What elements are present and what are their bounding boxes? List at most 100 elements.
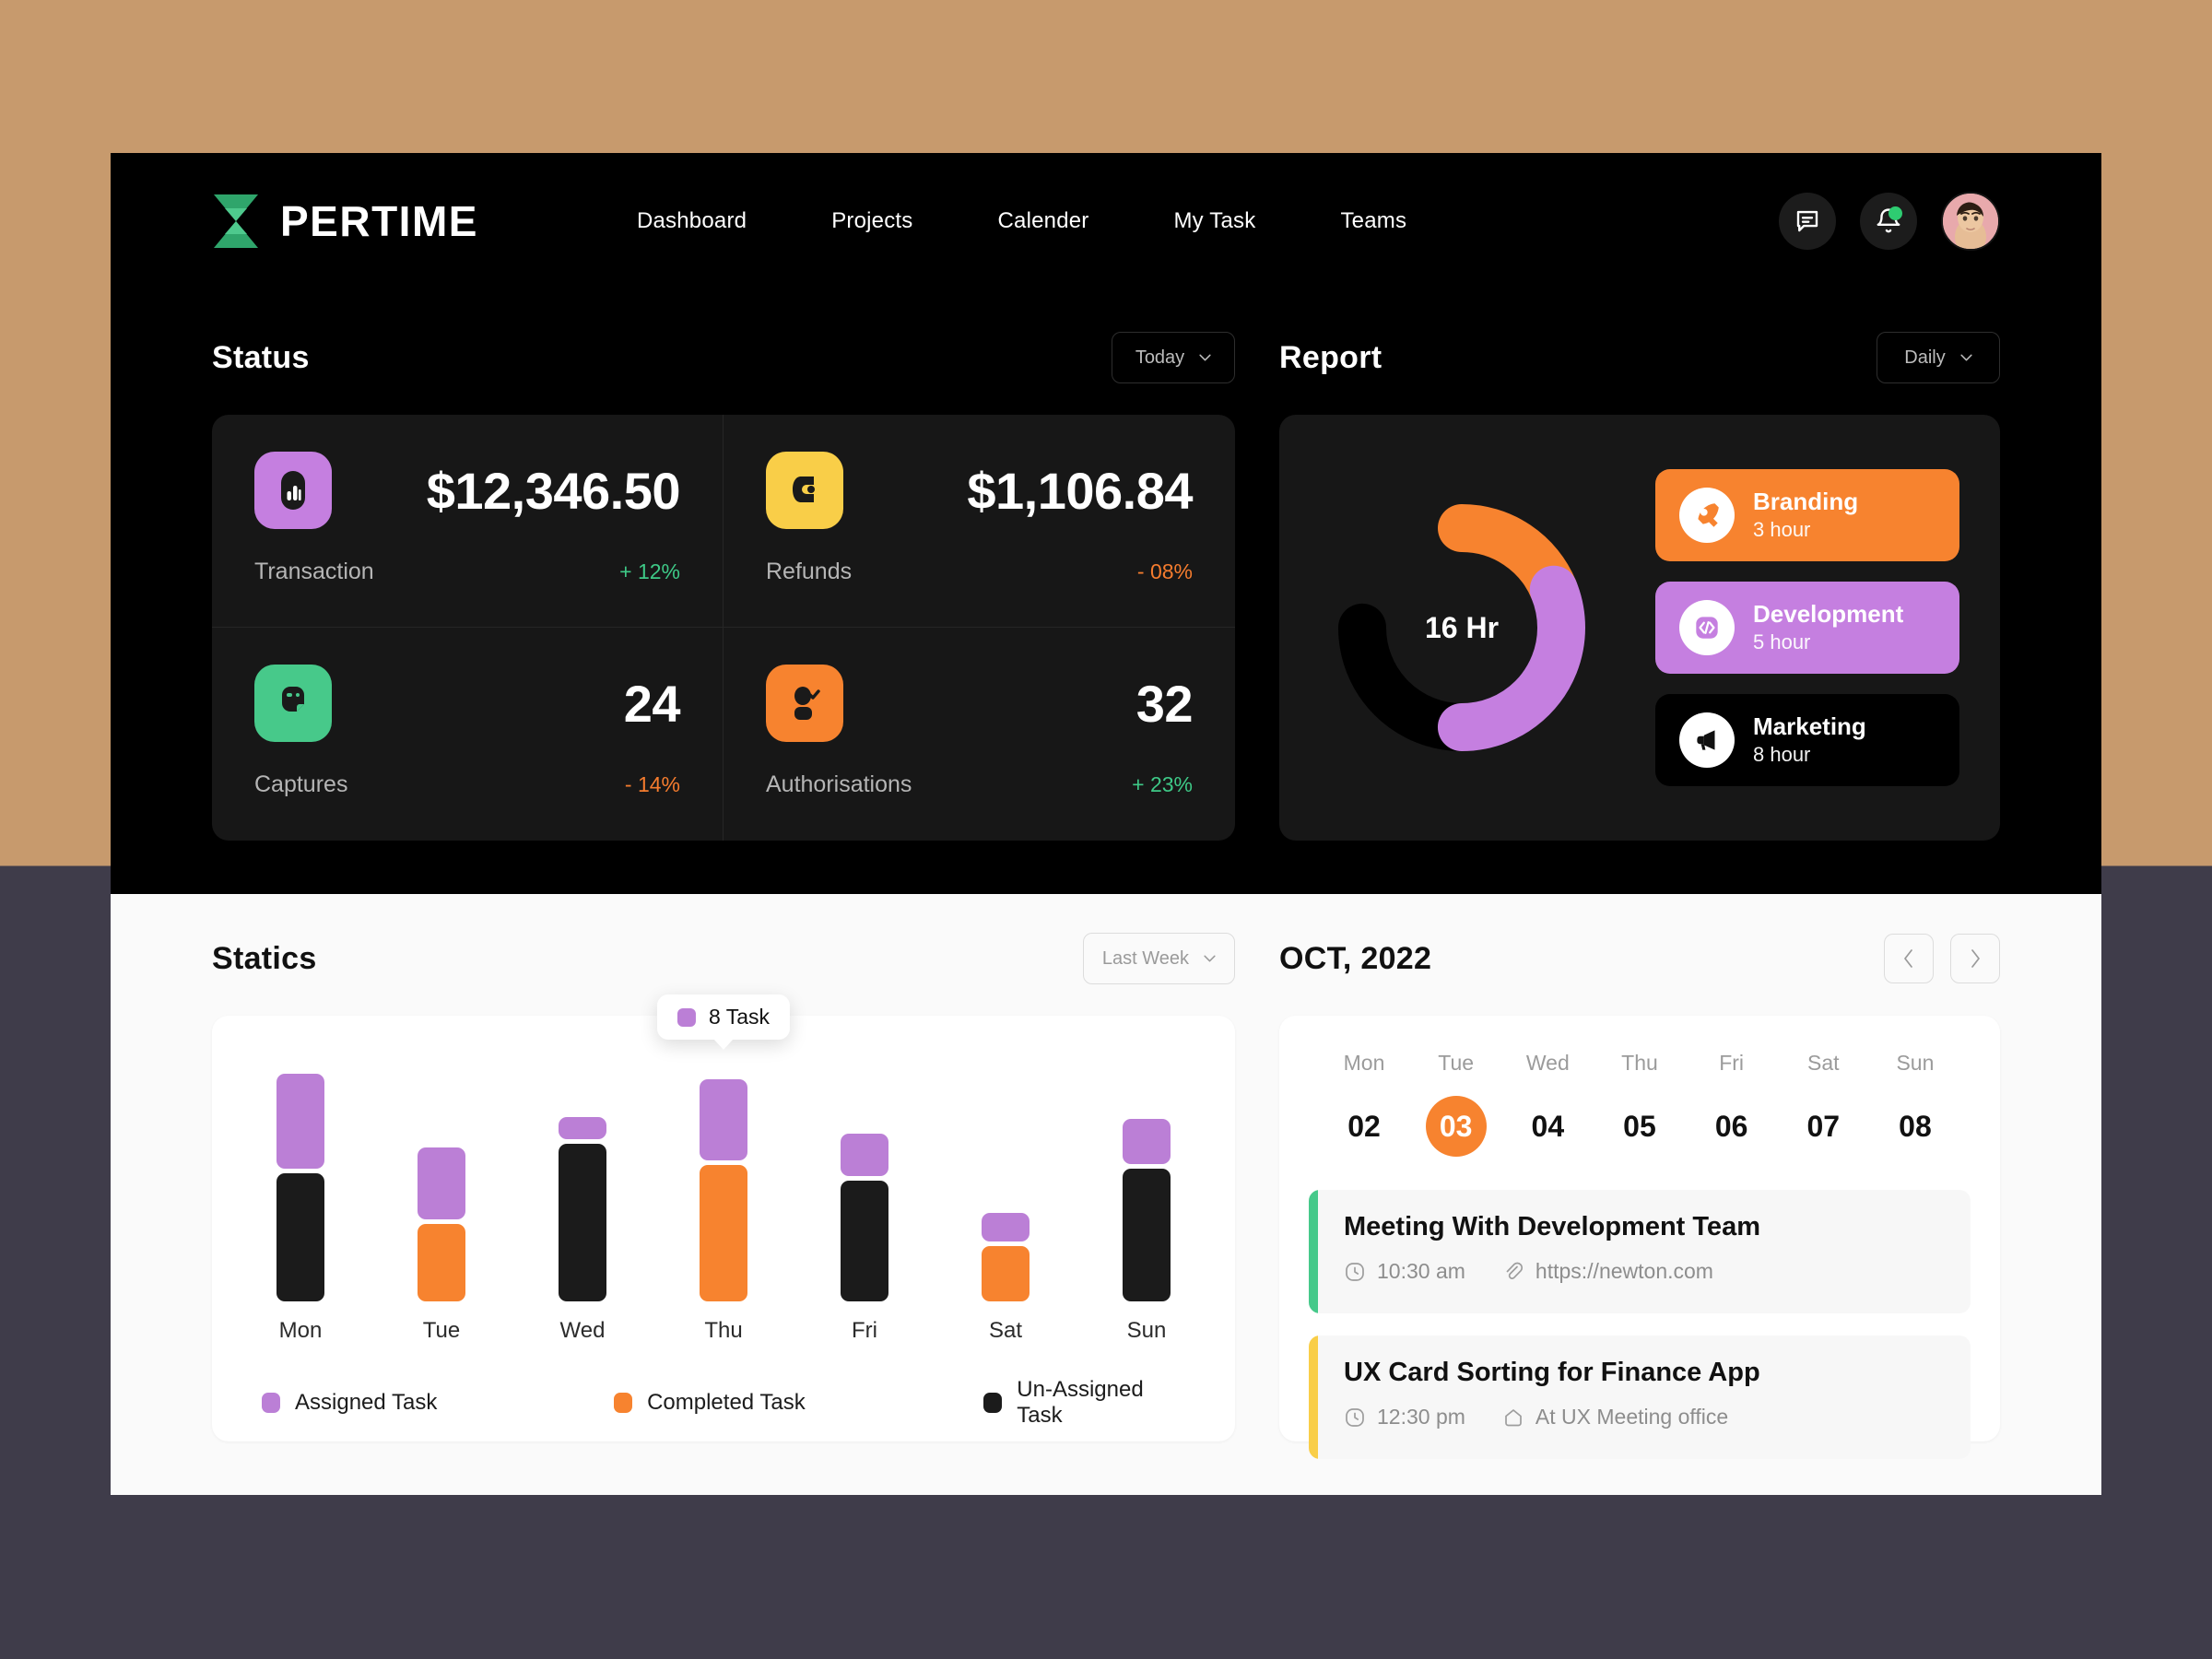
status-period-dropdown[interactable]: Today [1112, 332, 1235, 383]
legend-label-unassigned: Un-Assigned Task [1017, 1377, 1144, 1428]
calendar-day-05[interactable]: Thu 05 [1597, 1051, 1682, 1157]
bar-chart-icon [254, 452, 332, 529]
statics-period-dropdown[interactable]: Last Week [1082, 933, 1235, 984]
calendar-day-03[interactable]: Tue 03 [1414, 1051, 1499, 1157]
bell-icon[interactable] [1860, 193, 1917, 250]
capture-icon [254, 665, 332, 742]
avatar[interactable] [1941, 192, 2000, 251]
calendar-prev-button[interactable] [1884, 934, 1934, 983]
report-item-development[interactable]: Development 5 hour [1655, 582, 1959, 674]
nav-item-my-task[interactable]: My Task [1173, 208, 1255, 234]
report-item-branding[interactable]: Branding 3 hour [1655, 469, 1959, 561]
chevron-down-icon [1199, 354, 1211, 361]
bar-group-thu[interactable]: 8 Task [656, 994, 791, 1301]
stat-card-transaction[interactable]: $12,346.50 Transaction + 12% [212, 415, 724, 628]
stat-label-refunds: Refunds [766, 559, 853, 584]
bar-chart: 8 Task [249, 994, 1198, 1301]
bar-label-wed: Wed [559, 1318, 606, 1343]
report-panel: Report Daily 16 Hr Branding 3 hour Devel… [1279, 332, 2000, 841]
calendar-dayname: Mon [1343, 1051, 1385, 1075]
bar-segment-assigned [1123, 1119, 1171, 1164]
calendar-dayname: Tue [1438, 1051, 1475, 1075]
bar-tooltip: 8 Task [656, 994, 791, 1040]
nav-item-projects[interactable]: Projects [831, 208, 912, 234]
bar-segment-assigned [841, 1134, 888, 1176]
stat-delta-transaction: + 12% [619, 559, 680, 583]
bar-group-wed[interactable] [557, 1053, 608, 1301]
report-period-value: Daily [1904, 347, 1946, 368]
bar-segment-unassigned [559, 1144, 606, 1301]
stat-label-authorisations: Authorisations [766, 771, 912, 797]
pen-nib-icon [1679, 488, 1735, 543]
event-location-label: At UX Meeting office [1535, 1405, 1729, 1429]
megaphone-icon [1679, 712, 1735, 768]
calendar-daynum: 05 [1623, 1110, 1656, 1143]
report-donut-chart: 16 Hr [1331, 497, 1593, 759]
event-item-ux-card-sorting[interactable]: UX Card Sorting for Finance App 12:30 pm [1309, 1335, 1971, 1459]
bar-label-fri: Fri [852, 1318, 877, 1343]
bar-label-sat: Sat [988, 1318, 1023, 1343]
legend-swatch-completed [614, 1393, 633, 1413]
report-card: 16 Hr Branding 3 hour Development 5 hour… [1279, 415, 2000, 841]
nav-item-calender[interactable]: Calender [997, 208, 1088, 234]
stat-card-captures[interactable]: 24 Captures - 14% [212, 628, 724, 841]
stat-card-authorisations[interactable]: 32 Authorisations + 23% [724, 628, 1235, 841]
nav-links: Dashboard Projects Calender My Task Team… [637, 208, 1406, 234]
event-time: 10:30 am [1344, 1259, 1465, 1284]
calendar-dayname: Thu [1621, 1051, 1658, 1075]
calendar-day-06[interactable]: Fri 06 [1689, 1051, 1774, 1157]
brand-logo[interactable]: PERTIME [212, 193, 478, 250]
bar-segment-assigned [700, 1079, 747, 1160]
statics-panel-header: Statics Last Week [212, 933, 1235, 984]
status-panel: Status Today $12,346.50 Transaction + 12… [212, 332, 1235, 841]
bar-group-mon[interactable] [275, 1053, 326, 1301]
bar-label-sun: Sun [1126, 1318, 1167, 1343]
bar-chart-axis-labels: Mon Tue Wed Thu Fri Sat Sun [249, 1318, 1198, 1344]
stat-value-authorisations: 32 [1135, 674, 1194, 733]
calendar-day-08[interactable]: Sun 08 [1873, 1051, 1958, 1157]
chat-icon[interactable] [1779, 193, 1836, 250]
calendar-panel: OCT, 2022 Mon 02 Tue 03 Wed 04 Thu 05 Fr… [1279, 933, 2000, 1459]
event-stripe [1309, 1335, 1318, 1459]
bar-group-sat[interactable] [980, 1053, 1031, 1301]
status-panel-header: Status Today [212, 332, 1235, 383]
bar-segment-assigned [982, 1213, 1030, 1241]
code-icon [1679, 600, 1735, 655]
event-stripe [1309, 1190, 1318, 1313]
calendar-day-07[interactable]: Sat 07 [1781, 1051, 1865, 1157]
nav-item-dashboard[interactable]: Dashboard [637, 208, 747, 234]
stat-card-refunds[interactable]: $1,106.84 Refunds - 08% [724, 415, 1235, 628]
chevron-right-icon [1971, 949, 1980, 968]
statics-period-value: Last Week [1101, 947, 1189, 969]
page-title: Status [212, 339, 310, 375]
bar-segment-unassigned [1123, 1169, 1171, 1301]
report-item-name: Branding [1753, 487, 1859, 515]
bar-label-thu: Thu [704, 1318, 743, 1343]
report-item-name: Marketing [1753, 712, 1866, 740]
event-item-meeting[interactable]: Meeting With Development Team 10:30 am h… [1309, 1190, 1971, 1313]
report-item-marketing[interactable]: Marketing 8 hour [1655, 694, 1959, 786]
hourglass-logo-icon [212, 193, 260, 250]
calendar-events-list: Meeting With Development Team 10:30 am h… [1309, 1190, 1971, 1459]
event-title: Meeting With Development Team [1344, 1212, 1760, 1241]
bar-group-fri[interactable] [839, 1053, 890, 1301]
calendar-dayname: Wed [1525, 1051, 1570, 1075]
bar-group-sun[interactable] [1121, 1053, 1172, 1301]
clock-icon [1346, 1407, 1364, 1427]
stat-delta-captures: - 14% [624, 772, 680, 796]
report-legend: Branding 3 hour Development 5 hour Marke… [1655, 469, 1959, 786]
legend-label-assigned: Assigned Task [295, 1390, 438, 1415]
calendar-day-02[interactable]: Mon 02 [1322, 1051, 1406, 1157]
chevron-down-icon [1960, 354, 1972, 361]
calendar-dayname: Sat [1807, 1051, 1840, 1075]
calendar-daynum-selected: 03 [1425, 1096, 1487, 1157]
calendar-dayname: Sun [1896, 1051, 1935, 1075]
bar-group-tue[interactable] [416, 1053, 467, 1301]
nav-item-teams[interactable]: Teams [1340, 208, 1406, 234]
report-period-dropdown[interactable]: Daily [1877, 332, 2000, 383]
calendar-week-row: Mon 02 Tue 03 Wed 04 Thu 05 Fri 06 Sat 0… [1309, 1051, 1971, 1157]
calendar-day-04[interactable]: Wed 04 [1505, 1051, 1590, 1157]
stat-label-transaction: Transaction [254, 559, 374, 584]
calendar-next-button[interactable] [1950, 934, 2000, 983]
calendar-daynum: 04 [1531, 1110, 1565, 1143]
